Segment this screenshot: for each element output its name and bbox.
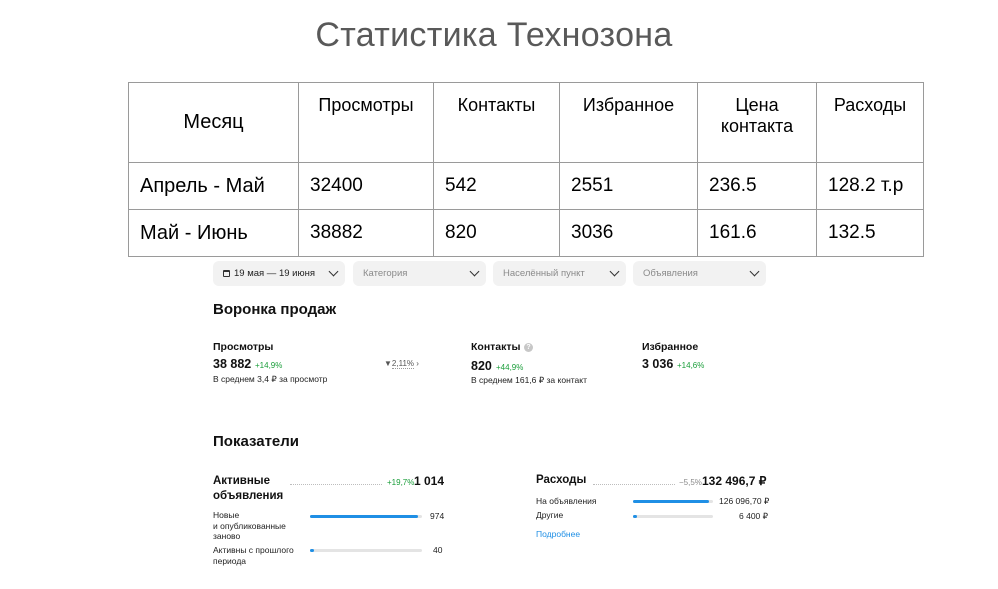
dotted-leader: [290, 484, 382, 485]
funnel-title: Воронка продаж: [213, 301, 337, 318]
help-icon[interactable]: ?: [524, 343, 533, 352]
expenses-other-value: 6 400 ₽: [739, 511, 769, 521]
views-delta: +14,9%: [255, 361, 283, 370]
expenses-ads-bar: [633, 500, 713, 503]
active-prev-bar: [310, 549, 422, 552]
contacts-value: 820: [471, 359, 492, 373]
date-filter[interactable]: 19 мая — 19 июня: [213, 261, 345, 286]
favorites-delta: +14,6%: [677, 361, 705, 370]
chevron-right-icon: ›: [414, 359, 419, 368]
expenses-ads-value: 126 096,70 ₽: [719, 496, 770, 506]
active-prev-value: 40: [433, 545, 443, 555]
expenses-ads-label: На объявления: [536, 496, 597, 506]
expenses-other-bar-fill: [633, 515, 637, 518]
active-new-bar-fill: [310, 515, 418, 518]
ads-filter-label: Объявления: [643, 268, 698, 279]
active-ads-label: Активные объявления: [213, 475, 284, 502]
contacts-label: Контакты: [471, 341, 521, 353]
chevron-down-icon: [328, 266, 339, 277]
active-ads-value: 1 014: [414, 474, 445, 488]
conversion-value: 2,11%: [391, 359, 415, 369]
calendar-icon: [223, 270, 230, 277]
contacts-delta: +44,9%: [496, 363, 524, 372]
chevron-down-icon: [609, 266, 620, 277]
chevron-down-icon: [749, 266, 760, 277]
favorites-value: 3 036: [642, 357, 674, 371]
favorites-label: Избранное: [642, 341, 699, 353]
active-new-bar: [310, 515, 422, 518]
expenses-ads-bar-fill: [633, 500, 709, 503]
ads-filter[interactable]: Объявления: [633, 261, 766, 286]
chevron-down-icon: [469, 266, 480, 277]
locality-filter[interactable]: Населённый пункт: [493, 261, 626, 286]
expenses-value: 132 496,7 ₽: [702, 474, 767, 488]
expenses-label: Расходы: [536, 474, 587, 486]
expenses-delta: −5,5%: [679, 478, 702, 487]
dotted-leader: [593, 484, 675, 485]
active-prev-bar-fill: [310, 549, 315, 552]
active-new-label: Новые и опубликованные заново: [213, 510, 286, 541]
filter-funnel-icon: ▼: [384, 359, 392, 368]
views-label: Просмотры: [213, 341, 274, 353]
active-ads-delta: +19,7%: [387, 478, 415, 487]
locality-filter-label: Населённый пункт: [503, 268, 585, 279]
views-value: 38 882: [213, 357, 252, 371]
expenses-other-label: Другие: [536, 510, 564, 520]
expenses-other-bar: [633, 515, 713, 518]
date-filter-label: 19 мая — 19 июня: [234, 268, 315, 279]
category-filter[interactable]: Категория: [353, 261, 486, 286]
active-prev-label: Активны с прошлого периода: [213, 545, 294, 566]
category-filter-label: Категория: [363, 268, 408, 279]
views-note: В среднем 3,4 ₽ за просмотр: [213, 374, 328, 384]
details-link[interactable]: Подробнее: [536, 529, 580, 539]
indicators-title: Показатели: [213, 433, 300, 450]
conversion-rate[interactable]: ▼2,11% ›: [384, 359, 419, 369]
contacts-note: В среднем 161,6 ₽ за контакт: [471, 375, 587, 385]
stats-screenshot: 19 мая — 19 июня Категория Населённый пу…: [0, 0, 998, 589]
active-new-value: 974: [430, 511, 445, 521]
